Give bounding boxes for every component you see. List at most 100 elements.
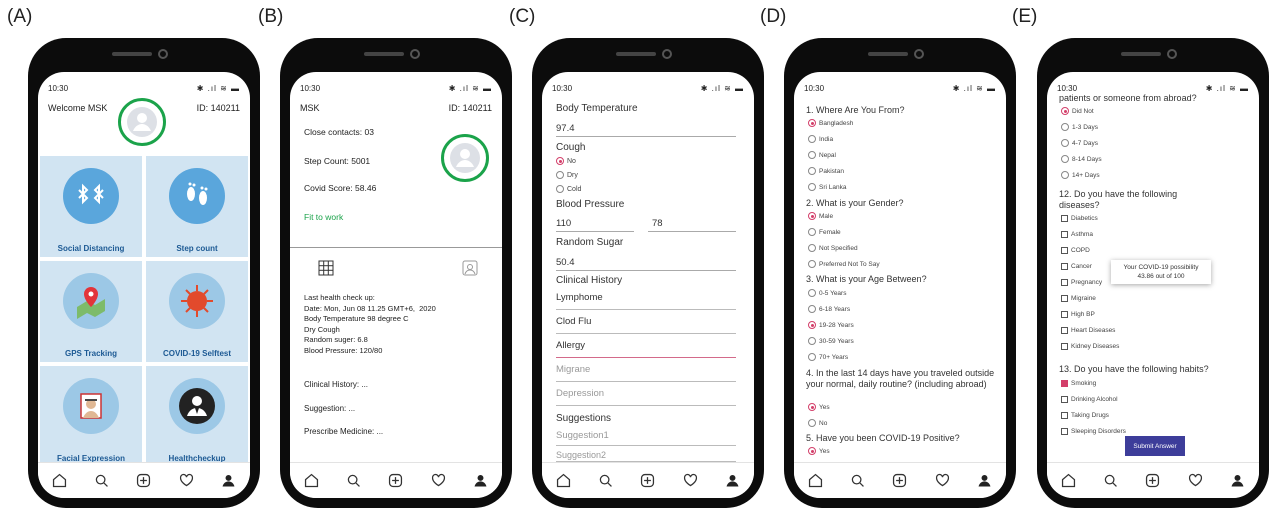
tile-healthcheckup[interactable]: Healthcheckup [146, 366, 248, 467]
add-icon[interactable] [638, 471, 658, 491]
status-bar: 10:30 ✱ .ıl ≋ ▬ [552, 82, 744, 94]
option-label: No [819, 419, 828, 427]
suggestion-input-1[interactable]: Suggestion1 [556, 428, 736, 446]
q2-option[interactable]: Not Specified [808, 244, 858, 252]
q13-option[interactable]: Smoking [1061, 380, 1096, 387]
q2-option[interactable]: Female [808, 228, 841, 236]
home-icon[interactable] [49, 471, 69, 491]
q12-option[interactable]: Pregnancy [1061, 279, 1102, 286]
checkbox [1061, 263, 1068, 270]
status-bar: 10:30 ✱ .ıl ≋ ▬ [804, 82, 996, 94]
home-icon[interactable] [301, 471, 321, 491]
add-icon[interactable] [890, 471, 910, 491]
suggestion: Suggestion: ... [304, 404, 356, 413]
suggestion-input-2[interactable]: Suggestion2 [556, 448, 736, 462]
home-icon[interactable] [553, 471, 573, 491]
cough-option[interactable]: Cold [556, 185, 581, 193]
body-temp-input[interactable]: 97.4 [556, 123, 575, 134]
q13-option[interactable]: Sleeping Disorders [1061, 428, 1126, 435]
search-icon[interactable] [848, 471, 868, 491]
cough-option[interactable]: Dry [556, 171, 578, 179]
q1-option[interactable]: Sri Lanka [808, 183, 846, 191]
add-icon[interactable] [386, 471, 406, 491]
clinical-item-lymphome[interactable]: Lymphome [556, 290, 736, 310]
phone-notch [868, 46, 932, 62]
q13-option[interactable]: Taking Drugs [1061, 412, 1109, 419]
q12-option[interactable]: Diabetics [1061, 215, 1098, 222]
q12-option[interactable]: Kidney Diseases [1061, 343, 1119, 350]
option-label: Did Not [1072, 107, 1094, 115]
grid-icon[interactable] [318, 260, 334, 276]
q11-option[interactable]: 8-14 Days [1061, 155, 1102, 163]
add-icon[interactable] [134, 471, 154, 491]
q3-option[interactable]: 70+ Years [808, 353, 848, 361]
radio [808, 260, 816, 268]
profile-icon[interactable] [723, 471, 743, 491]
clinical-item-depression[interactable]: Depression [556, 386, 736, 406]
portrait-icon[interactable] [462, 260, 478, 276]
heart-icon[interactable] [176, 471, 196, 491]
q4-option[interactable]: No [808, 419, 827, 427]
q2-option[interactable]: Male [808, 212, 833, 220]
q1-option[interactable]: Nepal [808, 151, 836, 159]
tile-social-distancing[interactable]: Social Distancing [40, 156, 142, 257]
q12-option[interactable]: Migraine [1061, 295, 1096, 302]
profile-icon[interactable] [1228, 471, 1248, 491]
q12-option[interactable]: COPD [1061, 247, 1090, 254]
q2-option[interactable]: Preferred Not To Say [808, 260, 880, 268]
avatar[interactable] [118, 98, 166, 146]
q1-option[interactable]: India [808, 135, 833, 143]
status-time: 10:30 [552, 83, 573, 93]
add-icon[interactable] [1143, 471, 1163, 491]
q1-option[interactable]: Pakistan [808, 167, 844, 175]
tile-gps-tracking[interactable]: GPS Tracking [40, 261, 142, 362]
clinical-item-migrane[interactable]: Migrane [556, 362, 736, 382]
avatar[interactable] [441, 134, 489, 182]
sugar-input[interactable]: 50.4 [556, 257, 575, 268]
profile-icon[interactable] [975, 471, 995, 491]
clinical-item-clod-flu[interactable]: Clod Flu [556, 314, 736, 334]
q12-option[interactable]: High BP [1061, 311, 1095, 318]
q12-option[interactable]: Heart Diseases [1061, 327, 1115, 334]
q3-option[interactable]: 0-5 Years [808, 289, 846, 297]
submit-answer-button[interactable]: Submit Answer [1125, 436, 1185, 456]
q3-option[interactable]: 6-18 Years [808, 305, 850, 313]
heart-icon[interactable] [428, 471, 448, 491]
q11-option[interactable]: Did Not [1061, 107, 1094, 115]
heart-icon[interactable] [680, 471, 700, 491]
tile-facial-expression[interactable]: Facial Expression [40, 366, 142, 467]
q11-option[interactable]: 4-7 Days [1061, 139, 1098, 147]
heart-icon[interactable] [932, 471, 952, 491]
search-icon[interactable] [1101, 471, 1121, 491]
bp-diastolic-input[interactable]: 78 [652, 218, 663, 229]
q12-option[interactable]: Cancer [1061, 263, 1092, 270]
clinical-item-allergy[interactable]: Allergy [556, 338, 736, 358]
home-icon[interactable] [1058, 471, 1078, 491]
q12-option[interactable]: Asthma [1061, 231, 1093, 238]
step-count: Step Count: 5001 [304, 156, 371, 166]
search-icon[interactable] [596, 471, 616, 491]
profile-icon[interactable] [471, 471, 491, 491]
q11-option[interactable]: 1-3 Days [1061, 123, 1098, 131]
q3-option[interactable]: 30-59 Years [808, 337, 854, 345]
cough-option[interactable]: No [556, 157, 576, 165]
tile-step-count[interactable]: Step count [146, 156, 248, 257]
q5-option[interactable]: Yes [808, 447, 830, 455]
q11-option[interactable]: 14+ Days [1061, 171, 1100, 179]
q4-option[interactable]: Yes [808, 403, 830, 411]
user-name: MSK [300, 103, 320, 113]
bp-systolic-input[interactable]: 110 [556, 218, 571, 229]
search-icon[interactable] [92, 471, 112, 491]
home-icon[interactable] [805, 471, 825, 491]
search-icon[interactable] [344, 471, 364, 491]
bottom-nav [290, 462, 502, 498]
q13-option[interactable]: Drinking Alcohol [1061, 396, 1118, 403]
last-checkup: Last health check up: Date: Mon, Jun 08 … [304, 293, 436, 355]
heart-icon[interactable] [1185, 471, 1205, 491]
q1-option[interactable]: Bangladesh [808, 119, 853, 127]
profile-icon[interactable] [219, 471, 239, 491]
tile-covid-selftest[interactable]: COVID-19 Selftest [146, 261, 248, 362]
q3-option[interactable]: 19-28 Years [808, 321, 854, 329]
clinical-history: Clinical History: ... [304, 380, 369, 389]
checkbox [1061, 247, 1068, 254]
